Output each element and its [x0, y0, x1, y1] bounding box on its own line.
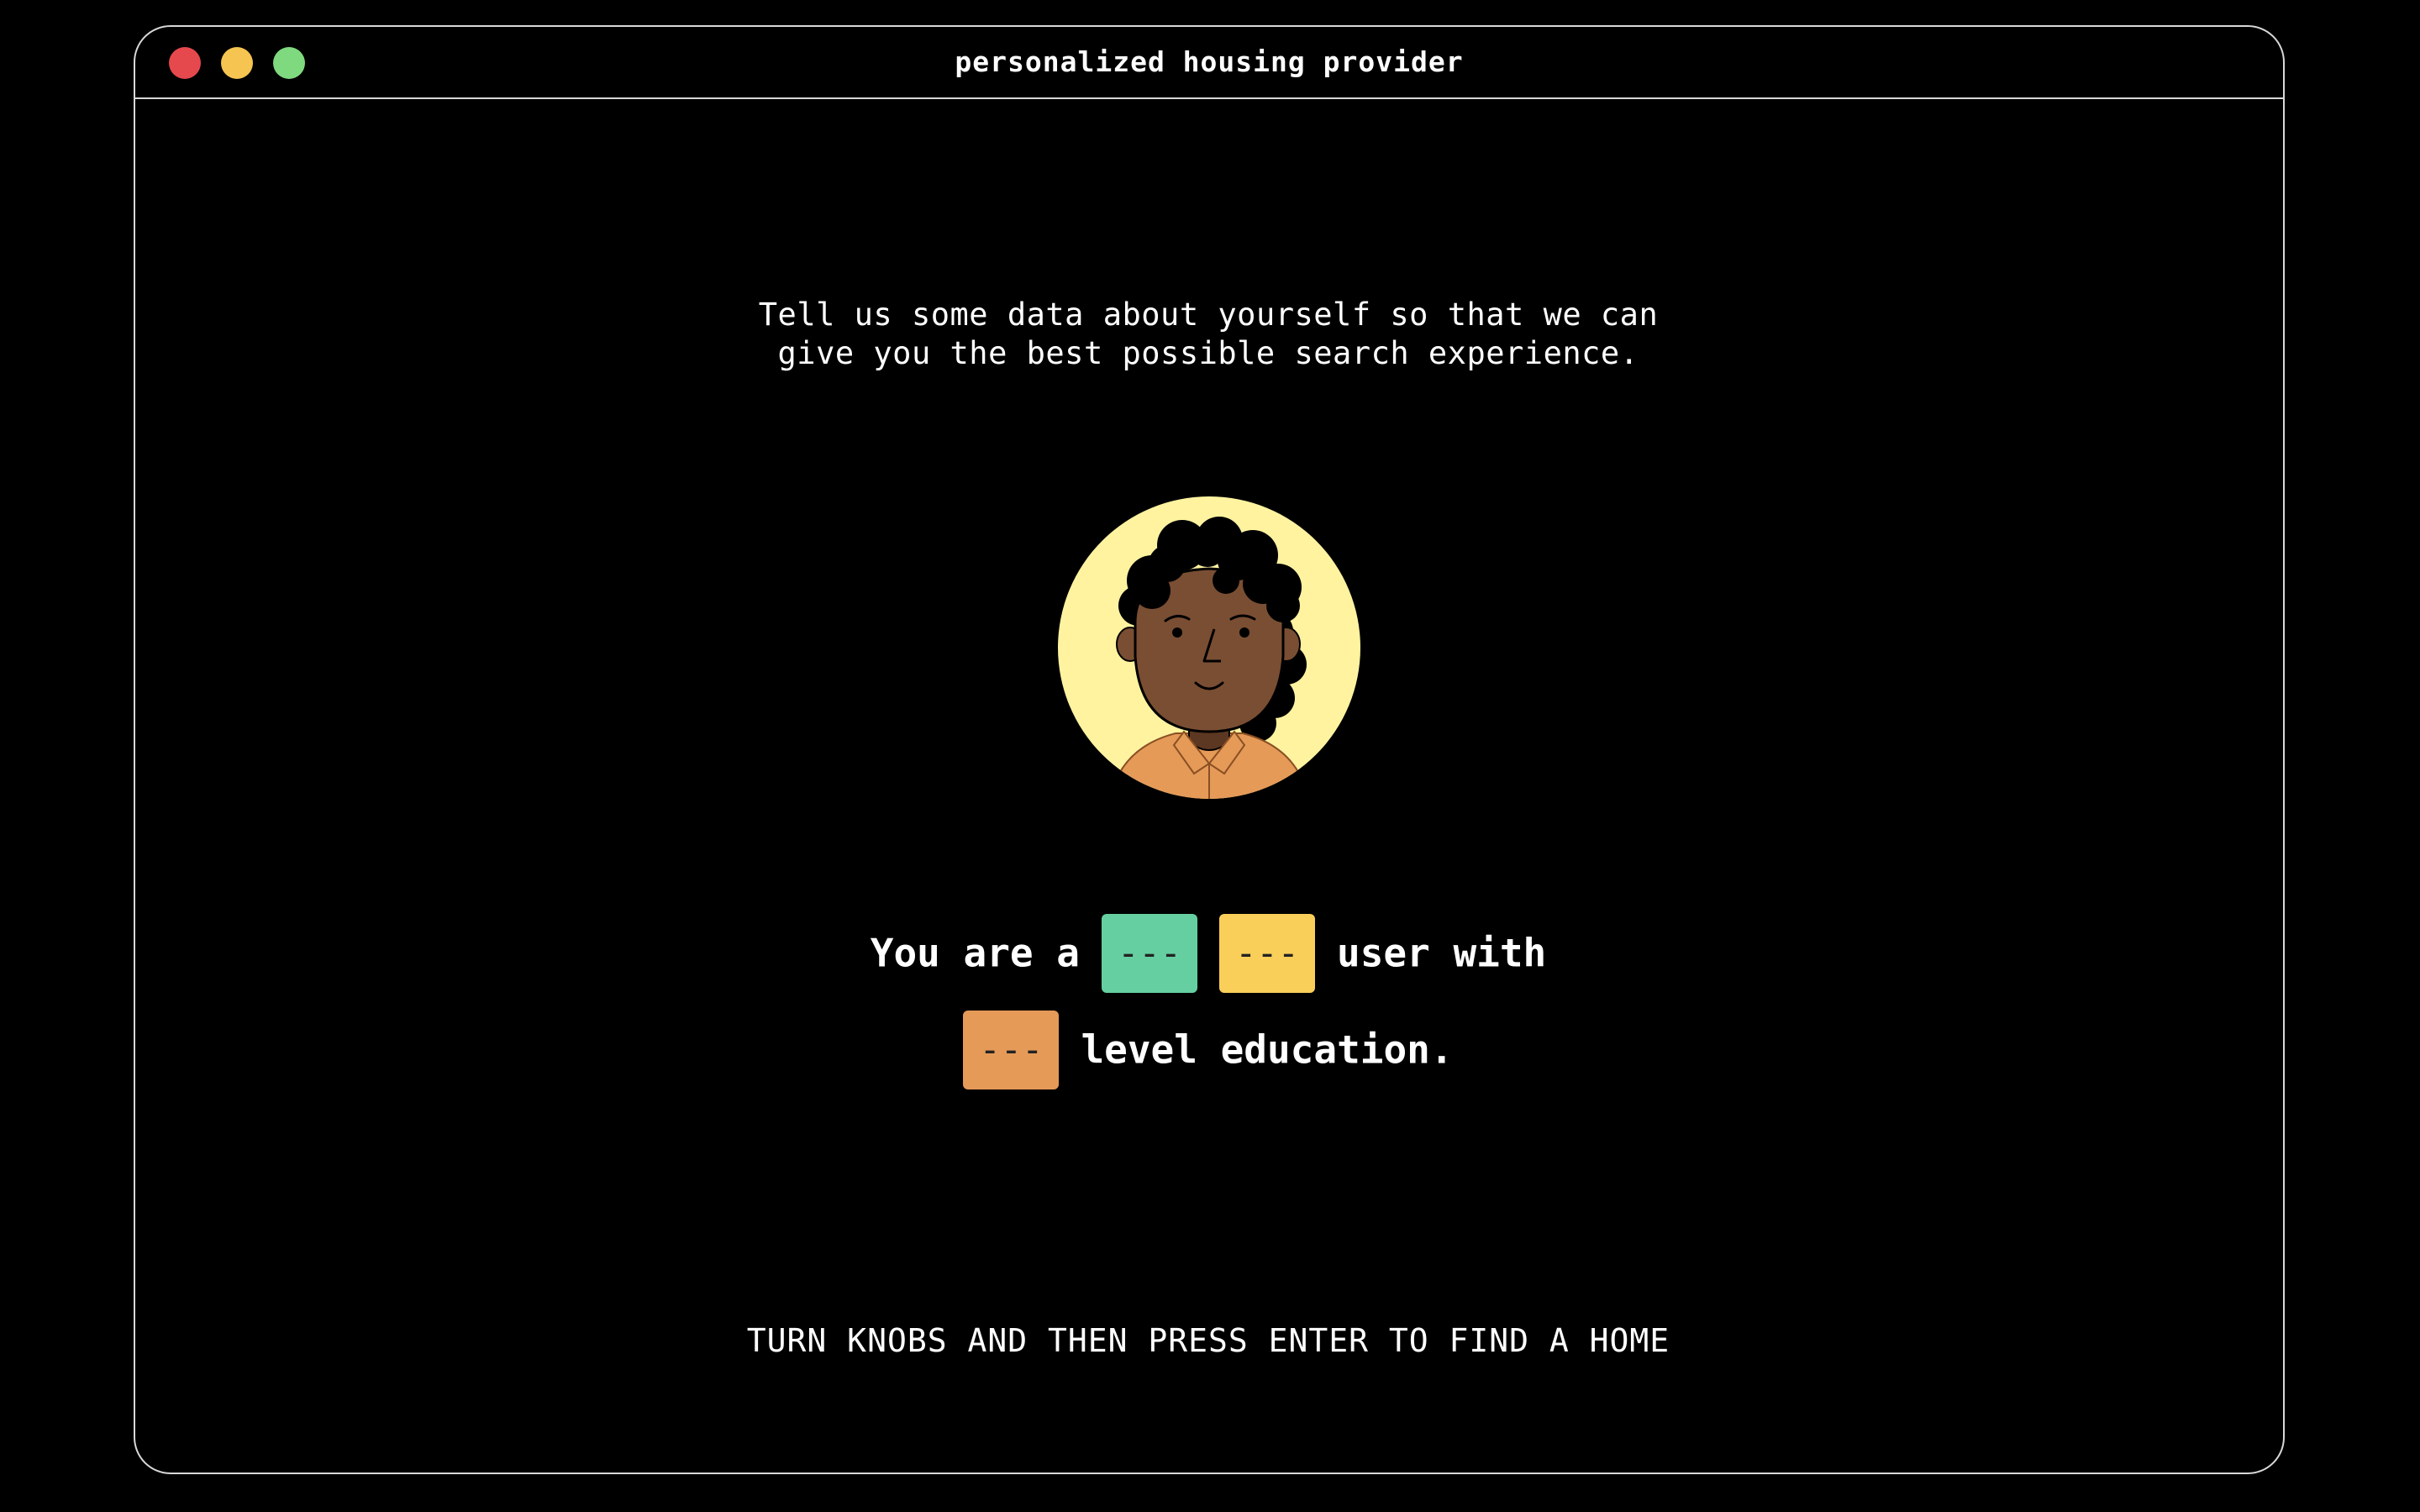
instruction-text: TURN KNOBS AND THEN PRESS ENTER TO FIND … — [746, 1322, 1670, 1359]
profile-sentence-line-1: You are a --- --- user with — [0, 911, 2417, 993]
title-bar: personalized housing provider — [135, 27, 2283, 99]
woman-avatar-icon — [1058, 496, 1360, 799]
sentence-suffix: level education. — [1081, 1026, 1454, 1073]
intro-text: Tell us some data about yourself so that… — [758, 297, 1659, 371]
sentence-prefix: You are a — [870, 930, 1080, 976]
user-type-knob-2[interactable]: --- — [1219, 913, 1315, 993]
window-title: personalized housing provider — [955, 45, 1464, 78]
profile-sentence-line-2: --- level education. — [0, 1007, 2417, 1089]
education-level-knob[interactable]: --- — [963, 1010, 1060, 1089]
sentence-middle: user with — [1337, 930, 1547, 976]
user-type-knob-1[interactable]: --- — [1102, 913, 1197, 993]
